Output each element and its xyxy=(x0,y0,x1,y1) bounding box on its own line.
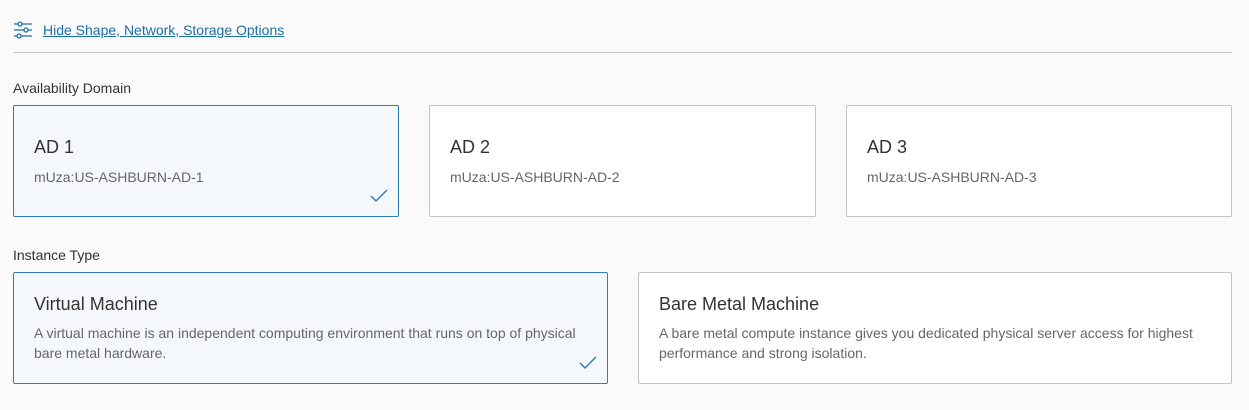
ad-option-subtitle: mUza:US-ASHBURN-AD-2 xyxy=(450,169,620,185)
hide-options-link[interactable]: Hide Shape, Network, Storage Options xyxy=(43,22,284,38)
instance-type-description: A bare metal compute instance gives you … xyxy=(659,325,1193,361)
availability-domain-label: Availability Domain xyxy=(13,80,132,96)
divider xyxy=(13,52,1232,53)
ad-option-title: AD 3 xyxy=(867,137,908,157)
ad-option-2[interactable]: AD 2 mUza:US-ASHBURN-AD-2 xyxy=(429,105,816,217)
instance-type-bare-metal[interactable]: Bare Metal Machine A bare metal compute … xyxy=(638,272,1232,384)
instance-type-label: Instance Type xyxy=(13,247,100,263)
checkmark-icon xyxy=(579,356,597,370)
ad-option-subtitle: mUza:US-ASHBURN-AD-3 xyxy=(867,169,1037,185)
instance-type-title: Bare Metal Machine xyxy=(659,294,820,314)
sliders-icon xyxy=(14,21,32,39)
options-toggle[interactable]: Hide Shape, Network, Storage Options xyxy=(13,20,284,40)
ad-option-1[interactable]: AD 1 mUza:US-ASHBURN-AD-1 xyxy=(13,105,399,217)
instance-type-virtual-machine[interactable]: Virtual Machine A virtual machine is an … xyxy=(13,272,608,384)
ad-option-3[interactable]: AD 3 mUza:US-ASHBURN-AD-3 xyxy=(846,105,1232,217)
ad-option-title: AD 2 xyxy=(450,137,491,157)
instance-type-title: Virtual Machine xyxy=(34,294,158,314)
ad-option-title: AD 1 xyxy=(34,137,75,157)
checkmark-icon xyxy=(370,189,388,203)
instance-type-description: A virtual machine is an independent comp… xyxy=(34,325,576,361)
ad-option-subtitle: mUza:US-ASHBURN-AD-1 xyxy=(34,169,204,185)
